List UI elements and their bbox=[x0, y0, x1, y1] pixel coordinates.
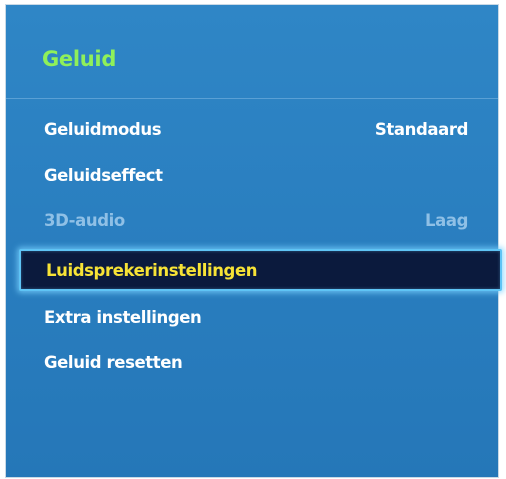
menu-item-label: Geluid resetten bbox=[44, 352, 183, 372]
menu-title: Geluid bbox=[42, 47, 117, 71]
menu-item-label: Extra instellingen bbox=[44, 307, 202, 327]
menu-item-geluidmodus[interactable]: Geluidmodus Standaard bbox=[20, 109, 494, 149]
menu-item-label: Geluidseffect bbox=[44, 165, 163, 185]
menu-item-label: Geluidmodus bbox=[44, 119, 162, 139]
menu-item-geluid-resetten[interactable]: Geluid resetten bbox=[20, 342, 494, 382]
menu-item-luidsprekerinstellingen[interactable]: Luidsprekerinstellingen bbox=[19, 249, 502, 291]
menu-item-3d-audio: 3D-audio Laag bbox=[20, 200, 494, 240]
menu-item-value: Laag bbox=[425, 210, 468, 230]
menu-item-extra-instellingen[interactable]: Extra instellingen bbox=[20, 297, 494, 337]
sound-menu-panel: Geluid Geluidmodus Standaard Geluidseffe… bbox=[5, 4, 502, 478]
menu-item-label: 3D-audio bbox=[44, 210, 125, 230]
menu-item-value: Standaard bbox=[374, 119, 468, 139]
title-divider bbox=[6, 98, 498, 99]
menu-item-geluidseffect[interactable]: Geluidseffect bbox=[20, 155, 494, 195]
menu-item-label: Luidsprekerinstellingen bbox=[46, 260, 258, 280]
